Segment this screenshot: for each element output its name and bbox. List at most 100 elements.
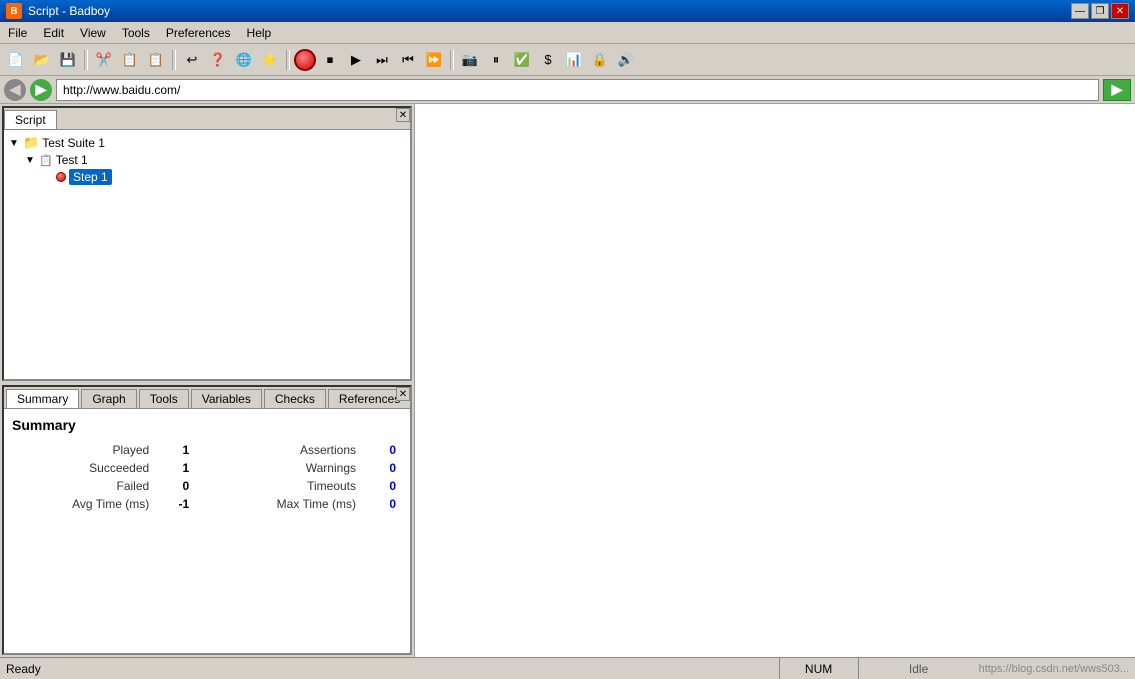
dollar-button[interactable]: $	[536, 48, 560, 72]
cut-button[interactable]: ✂️	[92, 48, 116, 72]
browser-button[interactable]: 🌐	[232, 48, 256, 72]
left-panel: ✕ Script ▼ 📁 Test Suite 1 ▼ 📋 Test 1	[0, 104, 415, 657]
chart-button[interactable]: 📊	[562, 48, 586, 72]
separator-2	[172, 50, 176, 70]
label-succeeded: Succeeded	[12, 459, 155, 477]
title-bar: B Script - Badboy — ❐ ✕	[0, 0, 1135, 22]
new-button[interactable]: 📄	[4, 48, 28, 72]
value-timeouts: 0	[362, 477, 402, 495]
label-maxtime: Max Time (ms)	[215, 495, 362, 513]
status-idle: Idle	[859, 662, 979, 676]
menu-help[interactable]: Help	[239, 22, 280, 43]
play-all-button[interactable]: ⏭	[370, 48, 394, 72]
status-num: NUM	[779, 658, 859, 679]
pause-button[interactable]: ⏸	[484, 48, 508, 72]
value-played: 1	[155, 441, 195, 459]
status-bar: Ready NUM Idle https://blog.csdn.net/wws…	[0, 657, 1135, 679]
separator-1	[84, 50, 88, 70]
record-button[interactable]	[294, 49, 316, 71]
tab-graph[interactable]: Graph	[81, 389, 136, 408]
stop-button[interactable]: ⏹	[318, 48, 342, 72]
tab-tools[interactable]: Tools	[139, 389, 189, 408]
test-label: Test 1	[56, 153, 88, 167]
table-row: Failed 0 Timeouts 0	[12, 477, 402, 495]
main-area: ✕ Script ▼ 📁 Test Suite 1 ▼ 📋 Test 1	[0, 104, 1135, 657]
prev-button[interactable]: ⏮	[396, 48, 420, 72]
value-succeeded: 1	[155, 459, 195, 477]
title-bar-controls[interactable]: — ❐ ✕	[1071, 3, 1129, 19]
tree-node-test[interactable]: ▼ 📋 Test 1	[24, 152, 406, 168]
menu-tools[interactable]: Tools	[114, 22, 158, 43]
close-button[interactable]: ✕	[1111, 3, 1129, 19]
value-avgtime: -1	[155, 495, 195, 513]
summary-content: Summary Played 1 Assertions 0 Succeeded …	[4, 409, 410, 521]
sound-button[interactable]: 🔊	[614, 48, 638, 72]
copy-button[interactable]: 📋	[118, 48, 142, 72]
title-bar-left: B Script - Badboy	[6, 3, 110, 19]
undo-button[interactable]: ↩	[180, 48, 204, 72]
label-assertions: Assertions	[215, 441, 362, 459]
label-timeouts: Timeouts	[215, 477, 362, 495]
bottom-panel: ✕ Summary Graph Tools Variables Checks R…	[2, 385, 412, 655]
summary-heading: Summary	[12, 417, 402, 433]
menu-file[interactable]: File	[0, 22, 35, 43]
app-icon: B	[6, 3, 22, 19]
step-label[interactable]: Step 1	[69, 169, 112, 185]
table-row: Avg Time (ms) -1 Max Time (ms) 0	[12, 495, 402, 513]
separator-4	[450, 50, 454, 70]
check-button[interactable]: ✅	[510, 48, 534, 72]
back-button[interactable]: ◀	[4, 79, 26, 101]
script-tree: ▼ 📁 Test Suite 1 ▼ 📋 Test 1 Step 1	[4, 130, 410, 190]
menu-preferences[interactable]: Preferences	[158, 22, 239, 43]
tree-node-suite[interactable]: ▼ 📁 Test Suite 1	[8, 134, 406, 152]
address-bar: ◀ ▶ ▶	[0, 76, 1135, 104]
toolbar: 📄 📂 💾 ✂️ 📋 📋 ↩ ❓ 🌐 ⭐ ⏹ ▶ ⏭ ⏮ ⏩ 📷 ⏸ ✅ $ 📊…	[0, 44, 1135, 76]
label-warnings: Warnings	[215, 459, 362, 477]
play-button[interactable]: ▶	[344, 48, 368, 72]
value-warnings: 0	[362, 459, 402, 477]
label-failed: Failed	[12, 477, 155, 495]
test-expander[interactable]: ▼	[24, 155, 36, 166]
save-button[interactable]: 💾	[56, 48, 80, 72]
tab-variables[interactable]: Variables	[191, 389, 262, 408]
menu-edit[interactable]: Edit	[35, 22, 72, 43]
summary-table: Played 1 Assertions 0 Succeeded 1 Warnin…	[12, 441, 402, 513]
table-row: Succeeded 1 Warnings 0	[12, 459, 402, 477]
bookmark-button[interactable]: ⭐	[258, 48, 282, 72]
label-avgtime: Avg Time (ms)	[12, 495, 155, 513]
script-tab-strip: Script	[4, 108, 410, 130]
tab-script[interactable]: Script	[4, 110, 57, 129]
restore-button[interactable]: ❐	[1091, 3, 1109, 19]
label-played: Played	[12, 441, 155, 459]
tab-summary[interactable]: Summary	[6, 389, 79, 408]
value-failed: 0	[155, 477, 195, 495]
tab-checks[interactable]: Checks	[264, 389, 326, 408]
script-panel-close-button[interactable]: ✕	[396, 108, 410, 122]
forward-button[interactable]: ▶	[30, 79, 52, 101]
open-button[interactable]: 📂	[30, 48, 54, 72]
status-text: Ready	[6, 662, 779, 676]
script-panel: ✕ Script ▼ 📁 Test Suite 1 ▼ 📋 Test 1	[2, 106, 412, 381]
value-maxtime: 0	[362, 495, 402, 513]
lock-button[interactable]: 🔒	[588, 48, 612, 72]
menu-bar: File Edit View Tools Preferences Help	[0, 22, 1135, 44]
separator-3	[286, 50, 290, 70]
value-assertions: 0	[362, 441, 402, 459]
menu-view[interactable]: View	[72, 22, 114, 43]
next-button[interactable]: ⏩	[422, 48, 446, 72]
screenshot-button[interactable]: 📷	[458, 48, 482, 72]
minimize-button[interactable]: —	[1071, 3, 1089, 19]
step-icon	[56, 172, 66, 182]
status-watermark: https://blog.csdn.net/wws503...	[979, 663, 1129, 675]
browser-view	[415, 104, 1135, 657]
suite-expander[interactable]: ▼	[8, 138, 20, 149]
test-icon: 📋	[39, 154, 53, 167]
url-input[interactable]	[56, 79, 1099, 101]
window-title: Script - Badboy	[28, 4, 110, 18]
tree-node-step[interactable]: Step 1	[56, 168, 406, 186]
paste-button[interactable]: 📋	[144, 48, 168, 72]
go-button[interactable]: ▶	[1103, 79, 1131, 101]
help-button[interactable]: ❓	[206, 48, 230, 72]
bottom-tab-strip: Summary Graph Tools Variables Checks Ref…	[4, 387, 410, 409]
bottom-panel-close-button[interactable]: ✕	[396, 387, 410, 401]
